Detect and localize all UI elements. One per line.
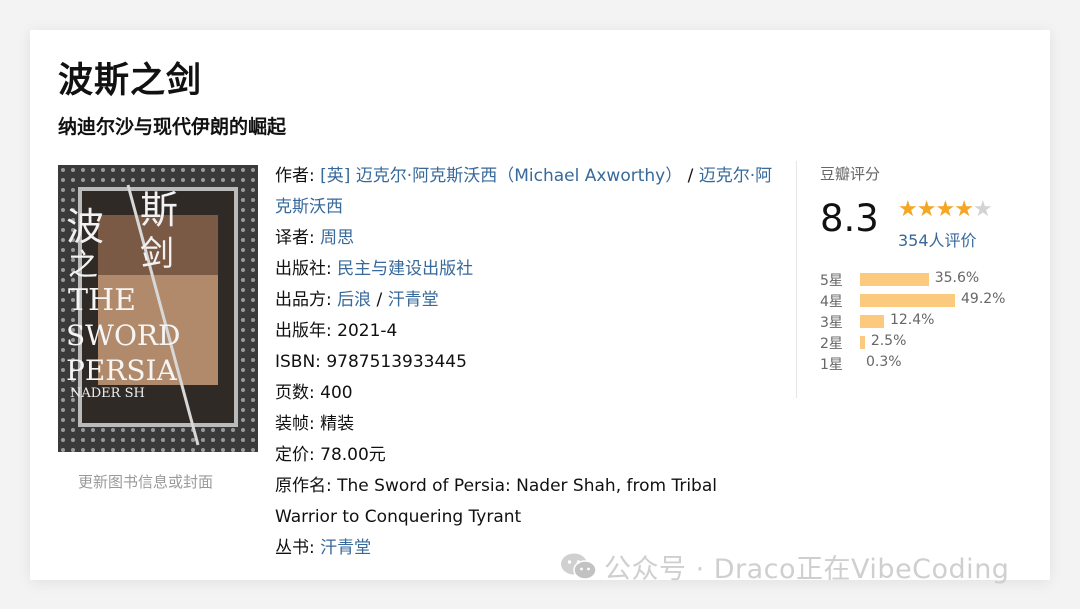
binding-row: 装帧: 精装 — [275, 409, 775, 440]
book-info: 作者: [英] 迈克尔·阿克斯沃西（Michael Axworthy） / 迈克… — [275, 161, 775, 564]
rating-dist-row: 3星 12.4% — [820, 312, 1040, 333]
isbn-label: ISBN: — [275, 352, 321, 372]
rating-dist-percent: 35.6% — [934, 270, 980, 286]
svg-text:之: 之 — [68, 248, 98, 283]
watermark-text: 公众号 · Draco正在VibeCoding — [604, 554, 1010, 585]
isbn-value: 9787513933445 — [326, 352, 467, 372]
author-separator: / — [682, 166, 699, 186]
book-cover-image[interactable]: 波 斯 之 剑 THE SWORD PERSIA NADER SH — [58, 165, 258, 452]
pages-row: 页数: 400 — [275, 378, 775, 409]
rating-dist-bar — [860, 315, 884, 328]
rating-dist-label: 5星 — [820, 273, 843, 289]
wechat-icon — [560, 552, 598, 589]
rating-dist-row: 2星 2.5% — [820, 333, 1040, 354]
author-link[interactable]: [英] 迈克尔·阿克斯沃西（Michael Axworthy） — [320, 166, 682, 186]
isbn-row: ISBN: 9787513933445 — [275, 347, 775, 378]
votes-link[interactable]: 354人评价 — [898, 227, 977, 251]
pages-label: 页数: — [275, 383, 315, 403]
rating-distribution: 5星 35.6% 4星 49.2% 3星 12.4% 2星 2.5% 1星 0.3% — [820, 270, 1040, 375]
section-divider — [796, 161, 797, 398]
author-row: 作者: [英] 迈克尔·阿克斯沃西（Michael Axworthy） / 迈克… — [275, 161, 775, 223]
original-title-label: 原作名: — [275, 476, 332, 496]
cover-art: 波 斯 之 剑 THE SWORD PERSIA NADER SH — [58, 165, 258, 452]
series-label: 丛书: — [275, 538, 315, 558]
price-label: 定价: — [275, 445, 315, 465]
original-title-row: 原作名: The Sword of Persia: Nader Shah, fr… — [275, 471, 775, 533]
producer-label: 出品方: — [275, 290, 332, 310]
rating-dist-row: 4星 49.2% — [820, 291, 1040, 312]
rating-dist-percent: 0.3% — [866, 354, 902, 370]
rating-dist-bar — [860, 273, 929, 286]
translator-row: 译者: 周思 — [275, 223, 775, 254]
translator-label: 译者: — [275, 228, 315, 248]
star-icon: ★ — [954, 197, 974, 222]
star-icon: ★ — [972, 197, 993, 222]
price-value: 78.00元 — [320, 445, 386, 465]
update-info-link[interactable]: 更新图书信息或封面 — [78, 471, 213, 492]
rating-dist-label: 1星 — [820, 357, 843, 373]
svg-text:剑: 剑 — [140, 234, 174, 274]
publisher-label: 出版社: — [275, 259, 332, 279]
book-title: 波斯之剑 — [58, 61, 203, 101]
rating-dist-label: 3星 — [820, 315, 843, 331]
rating-dist-percent: 49.2% — [961, 291, 1006, 307]
svg-text:THE: THE — [68, 283, 136, 318]
year-label: 出版年: — [275, 321, 332, 341]
rating-label: 豆瓣评分 — [820, 165, 881, 183]
translator-link[interactable]: 周思 — [320, 228, 354, 248]
svg-text:波: 波 — [66, 205, 104, 249]
producer-link-2[interactable]: 汗青堂 — [388, 290, 439, 310]
rating-dist-percent: 12.4% — [889, 312, 935, 328]
svg-text:PERSIA: PERSIA — [66, 354, 178, 387]
series-link[interactable]: 汗青堂 — [320, 538, 371, 558]
binding-value: 精装 — [320, 414, 355, 434]
price-row: 定价: 78.00元 — [275, 440, 775, 471]
star-icon: ★ — [898, 197, 918, 222]
rating-panel: 豆瓣评分 8.3 ★★★★★ 354人评价 5星 35.6% 4星 49.2% 3星 12… — [820, 163, 1040, 373]
original-title-value: The Sword of Persia: Nader Shah, from Tr… — [275, 476, 717, 527]
star-icon: ★ — [935, 197, 955, 222]
producer-row: 出品方: 后浪 / 汗青堂 — [275, 285, 775, 316]
watermark: 公众号 · Draco正在VibeCoding — [560, 547, 1009, 589]
author-label: 作者: — [275, 166, 315, 186]
rating-dist-row: 1星 0.3% — [820, 354, 1040, 375]
year-value: 2021-4 — [337, 321, 398, 341]
rating-dist-label: 4星 — [820, 294, 843, 310]
rating-dist-bar — [860, 336, 865, 349]
binding-label: 装帧: — [275, 414, 315, 434]
producer-separator: / — [371, 290, 388, 310]
svg-text:斯: 斯 — [140, 188, 178, 232]
svg-text:SWORD: SWORD — [66, 319, 180, 352]
rating-dist-bar — [860, 294, 955, 307]
pages-value: 400 — [320, 383, 353, 403]
svg-text:NADER SH: NADER SH — [70, 386, 145, 401]
rating-stars: ★★★★★ — [898, 197, 993, 222]
publisher-row: 出版社: 民主与建设出版社 — [275, 254, 775, 285]
star-icon: ★ — [916, 197, 937, 222]
rating-dist-percent: 2.5% — [870, 333, 907, 349]
year-row: 出版年: 2021-4 — [275, 316, 775, 347]
publisher-link[interactable]: 民主与建设出版社 — [337, 259, 473, 279]
book-subtitle: 纳迪尔沙与现代伊朗的崛起 — [58, 116, 287, 138]
rating-dist-label: 2星 — [820, 336, 843, 352]
rating-score: 8.3 — [820, 197, 879, 240]
rating-dist-row: 5星 35.6% — [820, 270, 1040, 291]
book-card: 波斯之剑 纳迪尔沙与现代伊朗的崛起 波 斯 之 剑 THE SWORD PERS… — [30, 30, 1050, 580]
producer-link-1[interactable]: 后浪 — [337, 290, 371, 310]
